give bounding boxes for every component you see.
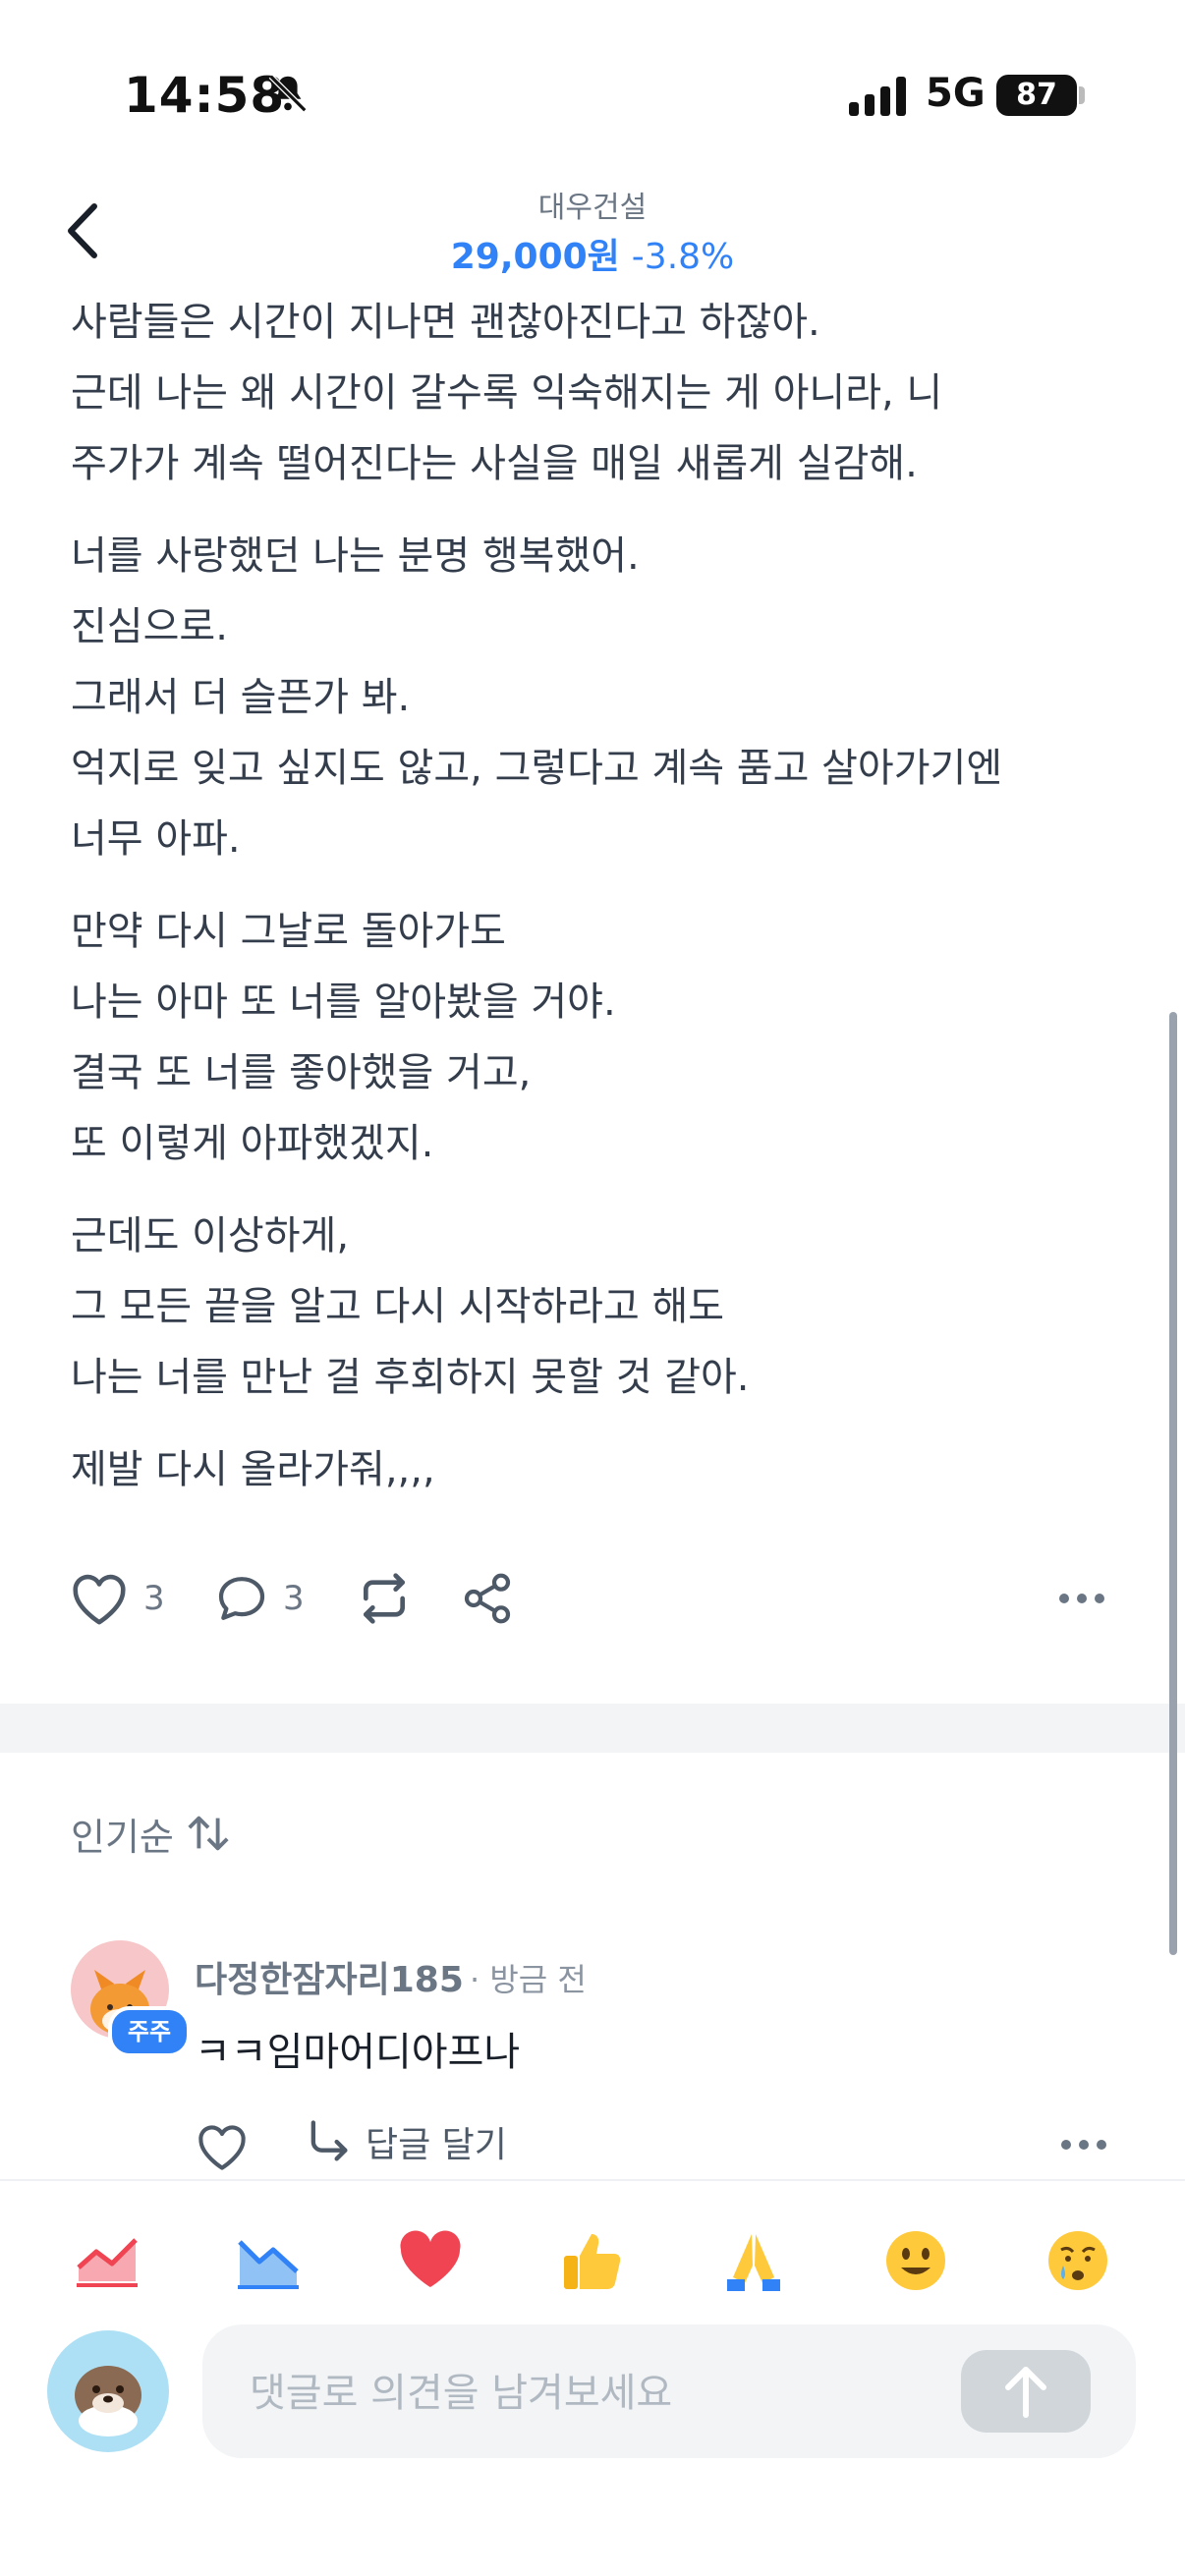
battery-level: 87 — [1016, 78, 1057, 112]
crying-icon[interactable] — [1044, 2226, 1112, 2295]
chart-down-icon[interactable] — [234, 2226, 303, 2295]
stock-price-line: 29,000원 -3.8% — [0, 228, 1185, 279]
sort-toggle[interactable]: 인기순 — [71, 1804, 233, 1863]
post-line: 사람들은 시간이 지나면 괜찮아진다고 하잖아. — [71, 300, 820, 345]
more-icon — [1059, 1594, 1104, 1603]
post-line: 억지로 잊고 싶지도 않고, 그렇다고 계속 품고 살아가기엔 — [71, 746, 1003, 791]
post-line: 나는 너를 만난 걸 후회하지 못할 것 같아. — [71, 1355, 750, 1400]
stock-price: 29,000원 — [450, 237, 620, 277]
post-line: 또 이렇게 아파했겠지. — [71, 1121, 434, 1166]
post-line: 그 모든 끝을 알고 다시 시작하라고 해도 — [71, 1284, 725, 1329]
battery-icon: 87 — [996, 75, 1077, 116]
post-paragraph: 사람들은 시간이 지나면 괜찮아진다고 하잖아. 근데 나는 왜 시간이 갈수록… — [71, 287, 1112, 499]
post-actions: 3 3 — [69, 1562, 1120, 1635]
network-label: 5G — [926, 71, 986, 116]
section-divider — [0, 1704, 1185, 1753]
bell-muted-icon — [268, 74, 308, 113]
scrollbar[interactable] — [1169, 1012, 1177, 1955]
send-button[interactable] — [961, 2350, 1091, 2433]
post-paragraph: 제발 다시 올라가줘,,,, — [71, 1434, 1112, 1505]
post-line: 너무 아파. — [71, 816, 241, 862]
comment-composer — [0, 2319, 1185, 2476]
share-button[interactable] — [460, 1562, 515, 1635]
send-arrow-icon — [1005, 2367, 1046, 2418]
post-paragraph: 근데도 이상하게, 그 모든 끝을 알고 다시 시작하라고 해도 나는 너를 만… — [71, 1201, 1112, 1413]
post-line: 제발 다시 올라가줘,,,, — [71, 1447, 435, 1492]
heart-icon — [73, 1574, 126, 1625]
post-paragraph: 너를 사랑했던 나는 분명 행복했어. 진심으로. 그래서 더 슬픈가 봐. 억… — [71, 521, 1112, 874]
post-line: 그래서 더 슬픈가 봐. — [71, 675, 411, 720]
reply-label: 답글 달기 — [366, 2125, 507, 2165]
header: 대우건설 29,000원 -3.8% — [0, 177, 1185, 285]
comment-button[interactable]: 3 — [214, 1562, 305, 1635]
reaction-bar — [0, 2179, 1185, 2319]
heart-reaction-icon[interactable] — [396, 2226, 465, 2295]
pray-icon[interactable] — [719, 2226, 788, 2295]
like-count: 3 — [143, 1579, 165, 1618]
my-avatar[interactable] — [47, 2330, 169, 2452]
reply-button[interactable]: 답글 달기 — [303, 2116, 507, 2167]
like-button[interactable]: 3 — [69, 1562, 165, 1635]
stock-change: -3.8% — [631, 237, 735, 277]
post-line: 만약 다시 그날로 돌아가도 — [71, 909, 506, 954]
sort-label: 인기순 — [71, 1815, 174, 1859]
share-icon — [464, 1573, 511, 1624]
chart-up-icon[interactable] — [73, 2226, 141, 2295]
sort-arrows-icon — [188, 1816, 229, 1851]
comment-item: 주주 다정한잠자리185 · 방금 전 ㅋㅋ임마어디아프나 답글 달기 — [0, 1926, 1185, 2170]
post-line: 주가가 계속 떨어진다는 사실을 매일 새롭게 실감해. — [71, 441, 918, 486]
comment-icon — [218, 1577, 265, 1620]
repost-icon — [364, 1573, 405, 1624]
status-time: 14:58 — [124, 67, 286, 124]
comment-author[interactable]: 다정한잠자리185 — [195, 1951, 464, 2002]
comment-input-box — [202, 2324, 1136, 2458]
comment-like-icon[interactable] — [195, 2122, 250, 2171]
post-line: 결국 또 너를 좋아했을 거고, — [71, 1050, 532, 1095]
repost-button[interactable] — [354, 1562, 415, 1635]
post-line: 너를 사랑했던 나는 분명 행복했어. — [71, 533, 640, 579]
reply-arrow-icon — [310, 2120, 348, 2161]
signal-icon — [849, 77, 906, 116]
status-bar: 14:58 5G 87 — [0, 0, 1185, 187]
comment-input[interactable] — [248, 2358, 939, 2429]
shareholder-badge: 주주 — [108, 2006, 191, 2057]
post-body: 사람들은 시간이 지나면 괜찮아진다고 하잖아. 근데 나는 왜 시간이 갈수록… — [71, 287, 1112, 1527]
otter-icon — [75, 2366, 141, 2436]
comment-more-icon[interactable] — [1059, 2138, 1108, 2152]
post-line: 근데도 이상하게, — [71, 1213, 350, 1259]
post-line: 나는 아마 또 너를 알아봤을 거야. — [71, 980, 616, 1025]
post-line: 근데 나는 왜 시간이 갈수록 익숙해지는 게 아니라, 니 — [71, 370, 943, 416]
comment-text: ㅋㅋ임마어디아프나 — [195, 2030, 521, 2075]
battery-tip — [1079, 86, 1085, 104]
smile-icon[interactable] — [881, 2226, 950, 2295]
comment-time: · 방금 전 — [470, 1961, 587, 1998]
post-line: 진심으로. — [71, 604, 228, 649]
more-options-button[interactable] — [1057, 1562, 1106, 1635]
comment-count: 3 — [283, 1579, 305, 1618]
stock-name[interactable]: 대우건설 — [0, 183, 1185, 226]
post-paragraph: 만약 다시 그날로 돌아가도 나는 아마 또 너를 알아봤을 거야. 결국 또 … — [71, 896, 1112, 1179]
thumbs-up-icon[interactable] — [558, 2226, 627, 2295]
